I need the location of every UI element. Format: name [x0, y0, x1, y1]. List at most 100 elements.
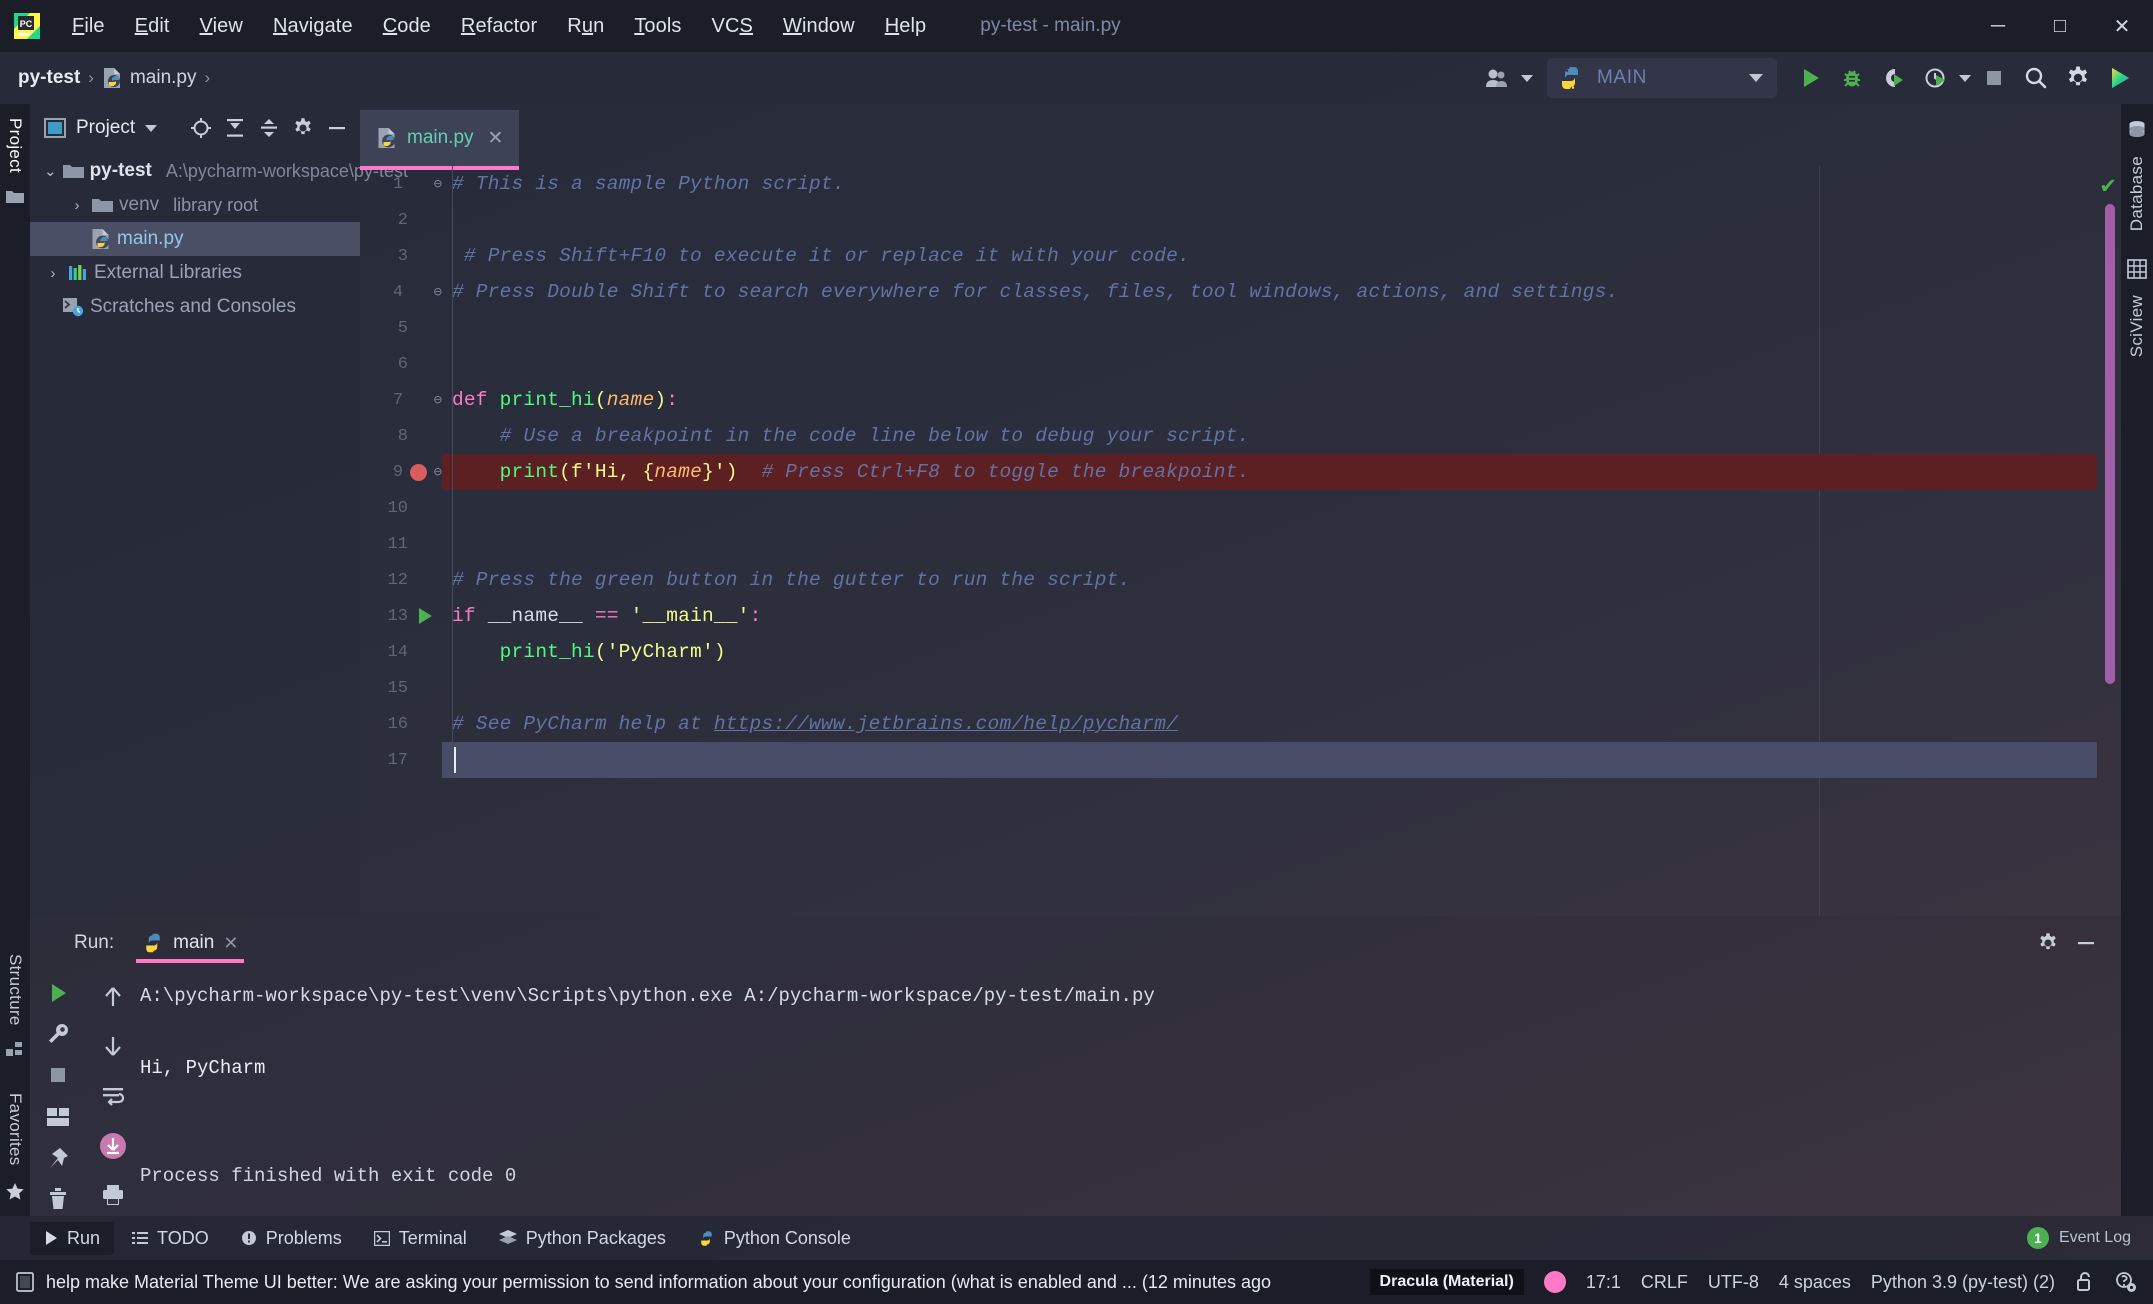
- fold-marker-icon[interactable]: ⊖: [434, 176, 442, 193]
- fold-marker-icon[interactable]: ⊖: [434, 284, 442, 301]
- stop-icon[interactable]: [37, 1059, 79, 1092]
- line-separator[interactable]: CRLF: [1641, 1272, 1688, 1293]
- code-line[interactable]: [442, 310, 2097, 346]
- profile-dropdown-icon[interactable]: [1959, 74, 1971, 82]
- code-line[interactable]: # Press Shift+F10 to execute it or repla…: [442, 238, 2097, 274]
- project-panel-dropdown-icon[interactable]: [145, 124, 158, 132]
- search-everywhere-icon[interactable]: [2017, 59, 2055, 97]
- code-line[interactable]: # See PyCharm help at https://www.jetbra…: [442, 706, 2097, 742]
- code-line[interactable]: # This is a sample Python script.: [442, 166, 2097, 202]
- code-line[interactable]: if __name__ == '__main__':: [442, 598, 2097, 634]
- project-settings-gear-icon[interactable]: [288, 113, 318, 143]
- gutter-row[interactable]: 12: [360, 562, 442, 598]
- menu-item-refactor[interactable]: Refactor: [447, 11, 551, 42]
- layout-icon[interactable]: [37, 1100, 79, 1133]
- code-line[interactable]: # Press the green button in the gutter t…: [442, 562, 2097, 598]
- chevron-down-icon[interactable]: ⌄: [44, 162, 57, 180]
- gutter-row[interactable]: 13: [360, 598, 442, 634]
- menu-item-edit[interactable]: Edit: [121, 11, 184, 42]
- status-message[interactable]: help make Material Theme UI better: We a…: [46, 1272, 1271, 1293]
- menu-item-navigate[interactable]: Navigate: [259, 11, 367, 42]
- gutter-row[interactable]: 2: [360, 202, 442, 238]
- menu-item-file[interactable]: File: [58, 11, 119, 42]
- editor-gutter[interactable]: 1 ⊖ 2 3 4 ⊖ 5 6 7 ⊖ 8 9 ⊖ 10 11 12 13 14 15 16 17: [360, 166, 442, 916]
- breadcrumb-file[interactable]: main.py: [130, 67, 197, 89]
- run-console-output[interactable]: A:\pycharm-workspace\py-test\venv\Script…: [140, 970, 2121, 1216]
- rerun-icon[interactable]: [37, 976, 79, 1009]
- gutter-row[interactable]: 6: [360, 346, 442, 382]
- tree-node-external-libraries[interactable]: › External Libraries: [30, 256, 360, 290]
- close-icon[interactable]: ✕: [223, 933, 238, 954]
- indent-setting[interactable]: 4 spaces: [1779, 1272, 1851, 1293]
- updates-icon[interactable]: [2101, 59, 2139, 97]
- menu-item-vcs[interactable]: VCS: [698, 11, 767, 42]
- run-configuration-selector[interactable]: MAIN: [1547, 58, 1777, 98]
- tree-node-venv[interactable]: › venv library root: [30, 188, 360, 222]
- profile-button[interactable]: [1917, 59, 1955, 97]
- code-line[interactable]: [442, 526, 2097, 562]
- scroll-up-icon[interactable]: [92, 976, 134, 1018]
- tree-node-py-test[interactable]: ⌄ py-test A:\pycharm-workspace\py-test: [30, 154, 408, 188]
- menu-item-help[interactable]: Help: [871, 11, 941, 42]
- scrollbar-thumb[interactable]: [2105, 204, 2115, 684]
- tool-window-terminal[interactable]: Terminal: [360, 1222, 481, 1255]
- debug-button[interactable]: [1833, 59, 1871, 97]
- settings-gear-icon[interactable]: [2059, 59, 2097, 97]
- tree-node-main-py[interactable]: main.py: [30, 222, 360, 256]
- editor-tab-main-py[interactable]: main.py ✕: [360, 110, 520, 170]
- close-icon[interactable]: ✕: [488, 127, 504, 150]
- fold-marker-icon[interactable]: ⊖: [434, 392, 442, 409]
- locate-file-icon[interactable]: [186, 113, 216, 143]
- expand-all-icon[interactable]: [220, 113, 250, 143]
- menu-item-run[interactable]: Run: [553, 11, 618, 42]
- chevron-right-icon[interactable]: ›: [44, 265, 62, 282]
- run-button[interactable]: [1791, 59, 1829, 97]
- maximize-button[interactable]: □: [2029, 0, 2091, 52]
- code-line[interactable]: [442, 346, 2097, 382]
- chevron-down-icon[interactable]: [1749, 74, 1763, 82]
- menu-item-view[interactable]: View: [186, 11, 257, 42]
- rail-tab-project[interactable]: Project: [5, 108, 25, 183]
- inspection-status-icon[interactable]: ✔: [2099, 174, 2117, 199]
- gutter-row[interactable]: 9 ⊖: [360, 454, 442, 490]
- hide-run-panel-icon[interactable]: [2071, 928, 2101, 958]
- gutter-row[interactable]: 17: [360, 742, 442, 778]
- unlock-icon[interactable]: [2075, 1271, 2095, 1293]
- run-coverage-button[interactable]: [1875, 59, 1913, 97]
- user-account-icon[interactable]: [1479, 59, 1517, 97]
- theme-color-dot[interactable]: [1543, 1271, 1566, 1293]
- tree-node-scratches[interactable]: Scratches and Consoles: [30, 290, 360, 324]
- stop-button[interactable]: [1975, 59, 2013, 97]
- rail-tab-sciview[interactable]: SciView: [2127, 285, 2147, 367]
- gutter-row[interactable]: 14: [360, 634, 442, 670]
- menu-item-code[interactable]: Code: [369, 11, 445, 42]
- gutter-row[interactable]: 10: [360, 490, 442, 526]
- tool-window-todo[interactable]: TODO: [118, 1222, 223, 1255]
- gutter-breakpoint[interactable]: [403, 463, 434, 481]
- close-button[interactable]: ✕: [2091, 0, 2153, 52]
- gutter-row[interactable]: 4 ⊖: [360, 274, 442, 310]
- run-gutter-icon[interactable]: [418, 608, 432, 624]
- code-line[interactable]: [442, 490, 2097, 526]
- breadcrumb-project[interactable]: py-test: [18, 67, 80, 89]
- collapse-all-icon[interactable]: [254, 113, 284, 143]
- tool-window-problems[interactable]: Problems: [227, 1222, 356, 1255]
- python-interpreter[interactable]: Python 3.9 (py-test) (2): [1871, 1272, 2055, 1293]
- inspection-settings-icon[interactable]: [2115, 1271, 2137, 1293]
- gutter-row[interactable]: 15: [360, 670, 442, 706]
- print-icon[interactable]: [92, 1174, 134, 1216]
- menu-item-tools[interactable]: Tools: [620, 11, 695, 42]
- event-log-label[interactable]: Event Log: [2059, 1229, 2131, 1247]
- run-tab-main[interactable]: main ✕: [132, 917, 248, 969]
- code-line[interactable]: def print_hi(name):: [442, 382, 2097, 418]
- scroll-down-icon[interactable]: [92, 1026, 134, 1068]
- gutter-row[interactable]: 1 ⊖: [360, 166, 442, 202]
- notification-icon[interactable]: [16, 1272, 34, 1292]
- gutter-row[interactable]: 16: [360, 706, 442, 742]
- tool-window-python-packages[interactable]: Python Packages: [485, 1222, 680, 1255]
- chevron-right-icon[interactable]: ›: [68, 197, 86, 214]
- tool-window-run[interactable]: Run: [30, 1221, 115, 1255]
- scroll-to-end-icon[interactable]: [92, 1125, 134, 1167]
- gutter-row[interactable]: 7 ⊖: [360, 382, 442, 418]
- gutter-row[interactable]: 8: [360, 418, 442, 454]
